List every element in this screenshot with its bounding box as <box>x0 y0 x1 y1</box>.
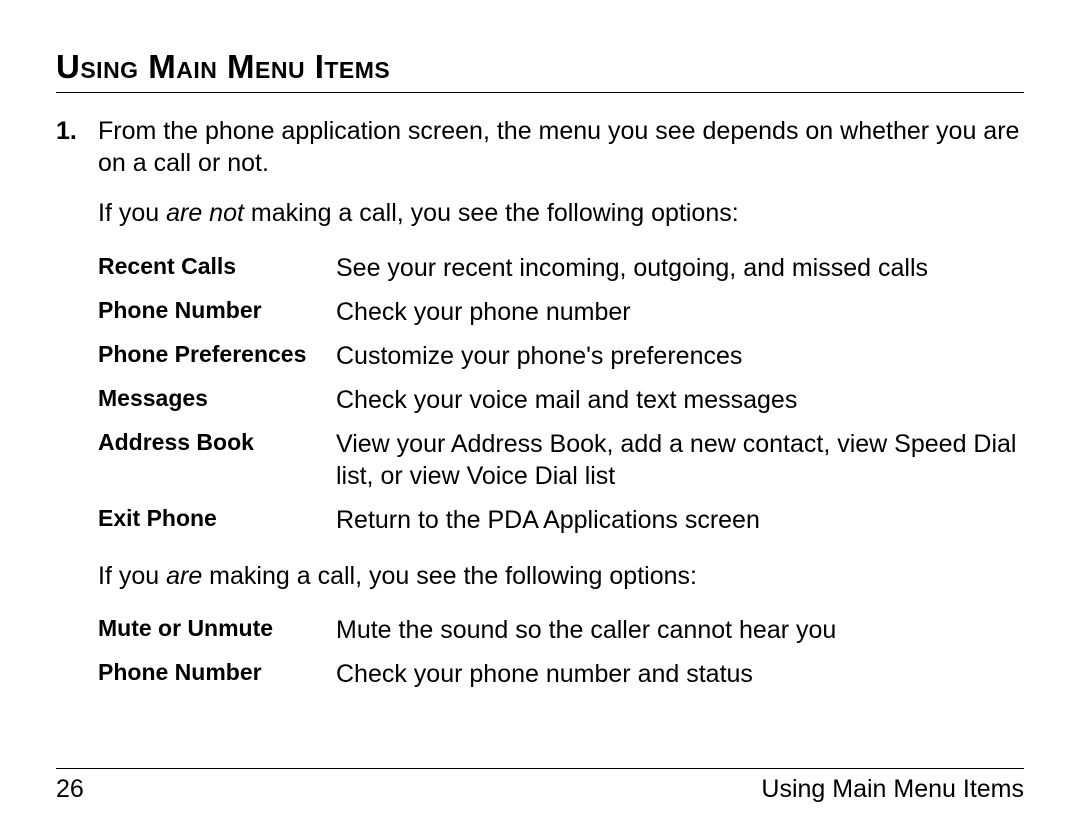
table-row: Mute or Unmute Mute the sound so the cal… <box>98 608 1024 652</box>
emphasis-are: are <box>166 562 202 590</box>
table-row: Address Book View your Address Book, add… <box>98 422 1024 498</box>
table-row: Exit Phone Return to the PDA Application… <box>98 498 1024 542</box>
option-label: Recent Calls <box>98 246 336 290</box>
option-desc: View your Address Book, add a new contac… <box>336 422 1024 498</box>
step-1: 1. From the phone application screen, th… <box>98 115 1024 179</box>
table-row: Messages Check your voice mail and text … <box>98 378 1024 422</box>
paragraph-not-call: If you are not making a call, you see th… <box>98 197 1024 230</box>
page-footer: 26 Using Main Menu Items <box>56 768 1024 804</box>
option-label: Phone Number <box>98 290 336 334</box>
option-desc: Return to the PDA Applications screen <box>336 498 1024 542</box>
table-row: Phone Number Check your phone number and… <box>98 652 1024 696</box>
footer-section-name: Using Main Menu Items <box>761 775 1024 804</box>
option-label: Messages <box>98 378 336 422</box>
heading-rule <box>56 92 1024 93</box>
option-desc: Check your voice mail and text messages <box>336 378 1024 422</box>
table-row: Phone Number Check your phone number <box>98 290 1024 334</box>
option-desc: See your recent incoming, outgoing, and … <box>336 246 1024 290</box>
step-body: If you are not making a call, you see th… <box>98 197 1024 696</box>
options-table-not-call: Recent Calls See your recent incoming, o… <box>98 246 1024 542</box>
table-row: Phone Preferences Customize your phone's… <box>98 334 1024 378</box>
document-page: Using Main Menu Items 1. From the phone … <box>0 0 1080 834</box>
text-fragment: making a call, you see the following opt… <box>244 199 739 227</box>
options-table-are-call: Mute or Unmute Mute the sound so the cal… <box>98 608 1024 696</box>
step-number: 1. <box>56 115 77 147</box>
text-fragment: making a call, you see the following opt… <box>202 562 697 590</box>
option-label: Phone Number <box>98 652 336 696</box>
paragraph-are-call: If you are making a call, you see the fo… <box>98 560 1024 593</box>
text-fragment: If you <box>98 562 166 590</box>
section-heading: Using Main Menu Items <box>56 48 1024 86</box>
option-desc: Mute the sound so the caller cannot hear… <box>336 608 1024 652</box>
step-text: From the phone application screen, the m… <box>98 117 1019 177</box>
option-label: Address Book <box>98 422 336 498</box>
emphasis-are-not: are not <box>166 199 244 227</box>
table-row: Recent Calls See your recent incoming, o… <box>98 246 1024 290</box>
option-desc: Check your phone number and status <box>336 652 1024 696</box>
option-label: Exit Phone <box>98 498 336 542</box>
option-label: Mute or Unmute <box>98 608 336 652</box>
text-fragment: If you <box>98 199 166 227</box>
step-list: 1. From the phone application screen, th… <box>56 115 1024 179</box>
option-label: Phone Preferences <box>98 334 336 378</box>
footer-rule <box>56 768 1024 769</box>
footer-page-number: 26 <box>56 775 84 804</box>
option-desc: Customize your phone's preferences <box>336 334 1024 378</box>
option-desc: Check your phone number <box>336 290 1024 334</box>
